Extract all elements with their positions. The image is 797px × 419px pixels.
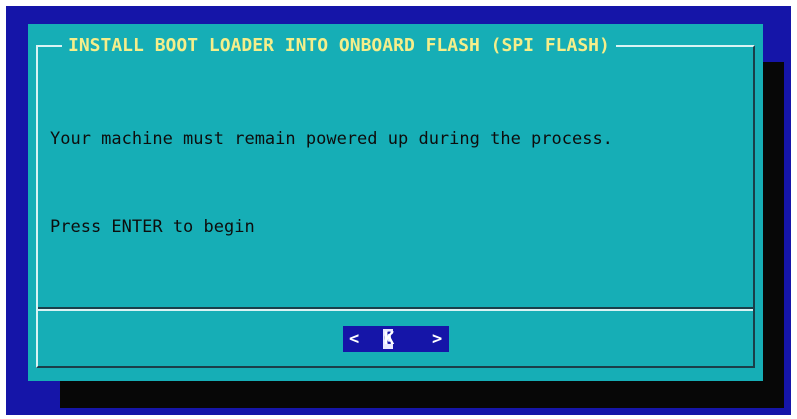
ok-button[interactable]: < OK >: [343, 326, 449, 352]
terminal-screen: INSTALL BOOT LOADER INTO ONBOARD FLASH (…: [6, 6, 791, 415]
ok-left-bracket: <: [349, 329, 360, 349]
ok-label-rest: K: [384, 329, 395, 349]
dialog-frame: [36, 45, 755, 368]
button-divider: [38, 307, 753, 311]
dialog-message-instruction: Press ENTER to begin: [50, 217, 255, 237]
dialog-message-warning: Your machine must remain powered up duri…: [50, 129, 613, 149]
ok-right-bracket: >: [432, 329, 443, 349]
dialog-title: INSTALL BOOT LOADER INTO ONBOARD FLASH (…: [62, 35, 616, 57]
install-bootloader-dialog: INSTALL BOOT LOADER INTO ONBOARD FLASH (…: [28, 24, 763, 381]
